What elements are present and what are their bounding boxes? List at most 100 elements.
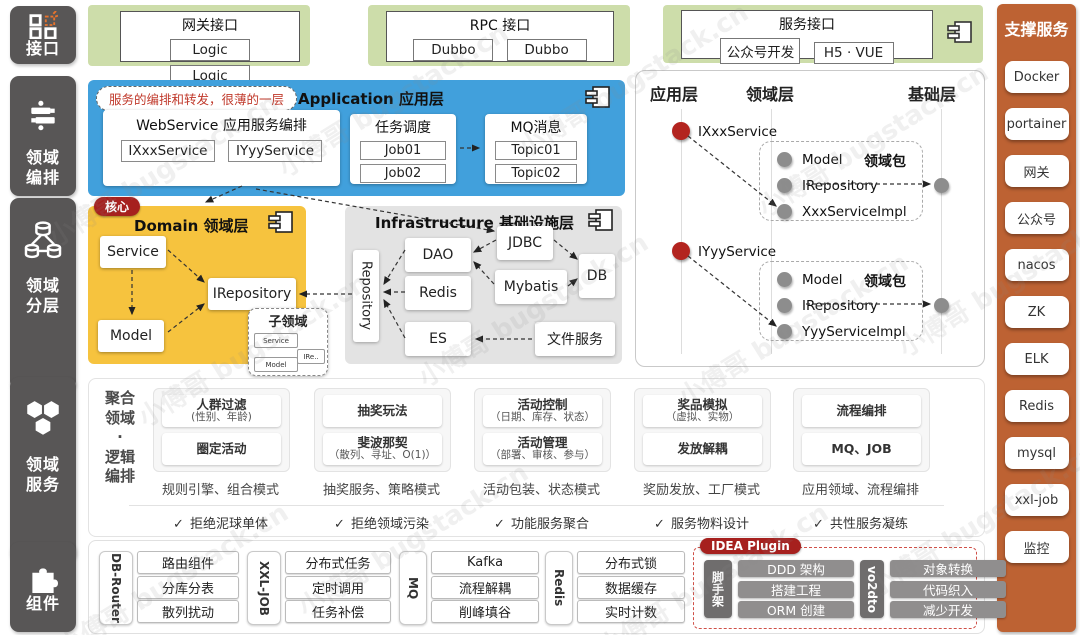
- topic01-item: Topic01: [495, 141, 577, 160]
- architecture-diagram: 接口 领域 编排 领域 分层: [0, 0, 1080, 635]
- card-sub: （部署、审核、参与）: [490, 450, 595, 462]
- agg-caption: 抽奖服务、策略模式: [294, 479, 469, 497]
- components-panel: DB-Router 路由组件 分库分表 散列扰动 XXL-JOB 分布式任务 定…: [88, 540, 985, 634]
- app-layer-header: 应用层: [650, 81, 698, 105]
- component-item: 定时调用: [285, 576, 391, 599]
- service-interface-box: 服务接口 公众号开发 H5 · VUE: [681, 10, 933, 59]
- db-layering-icon: [23, 220, 63, 262]
- component-item: 实时计数: [577, 600, 685, 623]
- service-box: Service: [100, 236, 166, 268]
- xxl-job-items: 分布式任务 定时调用 任务补偿: [285, 551, 391, 623]
- check-text: 拒绝领域污染: [351, 517, 429, 532]
- aggregation-panel: 聚合 领域 · 逻辑 编排 人群过滤 (性别、年龄) 圈定活动 抽奖玩法 斐波那…: [88, 378, 985, 537]
- support-service-portainer: portainer: [1005, 108, 1069, 140]
- jdbc-box: JDBC: [497, 226, 553, 260]
- task-scheduler-box: 任务调度 Job01 Job02: [350, 114, 456, 184]
- sidebar-item-components: 组件: [10, 542, 76, 632]
- component-icon: [268, 211, 294, 233]
- support-service-docker: Docker: [1005, 61, 1069, 93]
- service-interface-panel: 服务接口 公众号开发 H5 · VUE: [663, 5, 983, 63]
- agg-group-activity: 活动控制 （日期、库存、状态） 活动管理 （部署、审核、参与）: [474, 388, 611, 472]
- impl-dot: [777, 324, 792, 339]
- app-layer-line: [681, 109, 682, 354]
- ixxxservice-button: IXxxService: [121, 140, 215, 162]
- irepository-dot: [777, 298, 792, 313]
- webservice-box: WebService 应用服务编排 IXxxService IYyyServic…: [103, 110, 340, 186]
- check-icon: ✓: [813, 517, 824, 532]
- redis-tile: Redis: [545, 551, 573, 625]
- card-title: 抽奖玩法: [357, 404, 407, 418]
- support-service-elk: ELK: [1005, 343, 1069, 375]
- agg-group-award: 奖品模拟 （虚拟、实物） 发放解耦: [634, 388, 771, 472]
- check-icon: ✓: [654, 517, 665, 532]
- agg-check: ✓拒绝泥球单体: [133, 513, 308, 532]
- es-box: ES: [405, 322, 471, 356]
- support-service-gateway: 网关: [1005, 155, 1069, 187]
- check-icon: ✓: [334, 517, 345, 532]
- idea-plugin-zone: IDEA Plugin 脚手架 DDD 架构 搭建工程 ORM 创建 vo2dt…: [693, 547, 977, 629]
- support-service-monitor: 监控: [1005, 531, 1069, 563]
- agg-card: 圈定活动: [162, 433, 281, 465]
- orchestration-icon: [26, 98, 60, 132]
- check-text: 功能服务聚合: [511, 517, 589, 532]
- card-sub: （散列、寻址、O(1)）: [329, 450, 436, 462]
- agg-card: 奖品模拟 （虚拟、实物）: [643, 395, 762, 427]
- model-box: Model: [98, 320, 164, 352]
- sidebar-label: 领域 分层: [26, 276, 60, 316]
- irepository-label: IRepository: [802, 298, 878, 314]
- support-service-zk: ZK: [1005, 296, 1069, 328]
- agg-group-crowd: 人群过滤 (性别、年龄) 圈定活动: [153, 388, 290, 472]
- support-service-nacos: nacos: [1005, 249, 1069, 281]
- application-layer-panel: 服务的编排和转发，很薄的一层 Application 应用层 WebServic…: [88, 80, 625, 196]
- agg-card: MQ、JOB: [802, 433, 921, 465]
- vo2dto-tile: vo2dto: [860, 560, 884, 618]
- irepository-dot: [777, 178, 792, 193]
- dubbo-button: Dubbo: [413, 39, 493, 61]
- iyyyservice-dot: [672, 242, 690, 260]
- mq-items: Kafka 流程解耦 削峰填谷: [431, 551, 539, 623]
- redis-items: 分布式锁 数据缓存 实时计数: [577, 551, 685, 623]
- sidebar-item-interface: 接口: [10, 6, 76, 64]
- repository-box: Repository: [353, 250, 379, 342]
- iyyyservice-button: IYyyService: [228, 140, 322, 162]
- rpc-interface-panel: RPC 接口 Dubbo Dubbo: [368, 5, 630, 66]
- component-item: 散列扰动: [137, 600, 239, 623]
- card-sub: （虚拟、实物）: [666, 412, 740, 424]
- card-title: MQ、JOB: [831, 442, 891, 456]
- check-icon: ✓: [494, 517, 505, 532]
- agg-card: 抽奖玩法: [323, 395, 442, 427]
- base-layer-dot: [934, 298, 949, 313]
- support-service-xxljob: xxl-job: [1005, 484, 1069, 516]
- card-sub: （日期、库存、状态）: [490, 412, 595, 424]
- model-label: Model: [802, 272, 843, 288]
- dao-box: DAO: [405, 238, 471, 272]
- modules-icon: [28, 11, 58, 39]
- db-box: DB: [579, 254, 615, 298]
- plugin-item: ORM 创建: [738, 601, 854, 618]
- gateway-interface-panel: 网关接口 Logic Logic: [88, 5, 310, 66]
- card-title: 流程编排: [836, 404, 886, 418]
- irepository-box: IRepository: [208, 278, 296, 310]
- xxl-job-tile: XXL-JOB: [247, 551, 281, 625]
- job02-item: Job02: [360, 164, 446, 183]
- check-icon: ✓: [173, 517, 184, 532]
- mq-tile: MQ: [399, 551, 427, 625]
- check-text: 服务物料设计: [671, 517, 749, 532]
- component-item: 削峰填谷: [431, 600, 539, 623]
- plugin-item: 减少开发: [890, 601, 1006, 618]
- base-layer-dot: [934, 178, 949, 193]
- idea-plugin-badge: IDEA Plugin: [700, 538, 801, 554]
- impl-dot: [777, 204, 792, 219]
- h5-vue-button: H5 · VUE: [814, 42, 894, 64]
- aggregation-label: 聚合 领域 · 逻辑 编排: [97, 389, 143, 487]
- component-item: 分库分表: [137, 576, 239, 599]
- divider: [129, 505, 944, 506]
- agg-card: 流程编排: [802, 395, 921, 427]
- service-interface-title: 服务接口: [682, 14, 932, 34]
- sub-ire-box: IRe..: [297, 349, 325, 364]
- ixxxservice-label: IXxxService: [698, 124, 777, 140]
- sidebar-label: 领域 服务: [26, 455, 60, 495]
- agg-check: ✓ 功能服务聚合: [454, 513, 629, 532]
- file-service-box: 文件服务: [535, 322, 615, 356]
- plugin-item: 对象转换: [890, 560, 1006, 577]
